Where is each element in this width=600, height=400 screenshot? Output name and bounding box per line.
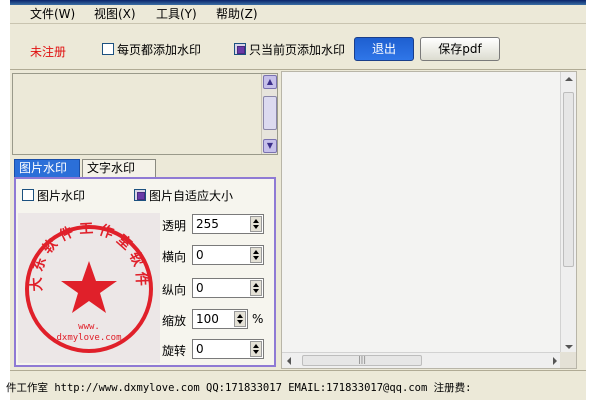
menu-tools[interactable]: 工具(Y) — [156, 7, 197, 22]
seal-stamp-image: 大 东 软 件 工 作 室 软 件 用 章 www. dxmylove.com — [11, 200, 153, 353]
toolbar: 未注册 每页都添加水印 只当前页添加水印 退出 保存pdf — [10, 25, 586, 70]
app-window: 文件(W) 视图(X) 工具(Y) 帮助(Z) 未注册 每页都添加水印 只当前页… — [6, 0, 586, 400]
scroll-down-button[interactable]: ▼ — [263, 139, 277, 153]
opacity-stepper[interactable]: 255 — [192, 214, 264, 234]
spin-buttons[interactable] — [250, 280, 262, 296]
scroll-right-icon[interactable] — [553, 357, 557, 365]
save-pdf-button[interactable]: 保存pdf — [420, 37, 500, 61]
horizontal-stepper[interactable]: 0 — [192, 245, 264, 265]
auto-fit-checkbox-label: 图片自适应大小 — [149, 188, 234, 203]
scale-value[interactable]: 100 — [196, 312, 219, 326]
tab-image-watermark[interactable]: 图片水印 — [14, 159, 80, 177]
vertical-stepper[interactable]: 0 — [192, 278, 264, 298]
current-page-watermark-label: 只当前页添加水印 — [249, 42, 346, 57]
preview-vertical-thumb[interactable] — [563, 92, 574, 267]
unregistered-label: 未注册 — [30, 45, 67, 59]
image-watermark-checkbox[interactable]: 图片水印 — [22, 187, 85, 203]
exit-button[interactable]: 退出 — [354, 37, 414, 61]
rotate-stepper[interactable]: 0 — [192, 339, 264, 359]
page-list[interactable]: ▲ ▼ — [12, 73, 278, 155]
scroll-left-icon[interactable] — [287, 357, 291, 365]
opacity-value[interactable]: 255 — [196, 217, 219, 231]
scroll-up-button[interactable]: ▲ — [263, 75, 277, 89]
seal-star-icon — [61, 261, 117, 313]
rotate-label: 旋转 — [162, 344, 187, 358]
current-page-watermark-checkbox[interactable]: 只当前页添加水印 — [234, 41, 345, 57]
status-bar: 件工作室 http://www.dxmylove.com QQ:17183301… — [6, 370, 586, 400]
scale-stepper[interactable]: 100 — [192, 309, 248, 329]
vertical-label: 纵向 — [162, 283, 187, 297]
rotate-value[interactable]: 0 — [196, 342, 204, 356]
left-panel: ▲ ▼ 图片水印 文字水印 图片水印 图片自适应大小 大 东 软 件 工 作 室… — [10, 71, 281, 369]
scroll-up-icon[interactable] — [565, 77, 573, 81]
checkbox-box[interactable] — [102, 43, 114, 55]
spin-buttons[interactable] — [234, 311, 246, 327]
every-page-watermark-label: 每页都添加水印 — [117, 42, 202, 57]
menu-file[interactable]: 文件(W) — [30, 7, 75, 22]
scale-label: 缩放 — [162, 314, 187, 328]
spin-buttons[interactable] — [250, 247, 262, 263]
pdf-preview-area[interactable]: ||| — [281, 71, 577, 369]
menu-help[interactable]: 帮助(Z) — [216, 7, 258, 22]
preview-horizontal-thumb[interactable]: ||| — [302, 355, 422, 366]
menu-view[interactable]: 视图(X) — [94, 7, 136, 22]
seal-site: dxmylove.com — [56, 333, 121, 343]
seal-site-small: www. — [78, 322, 100, 332]
image-watermark-panel: 图片水印 图片自适应大小 大 东 软 件 工 作 室 软 件 用 章 www. — [11, 177, 276, 367]
page-list-scrollbar[interactable]: ▲ ▼ — [261, 74, 277, 154]
vertical-value[interactable]: 0 — [196, 281, 204, 295]
horizontal-label: 横向 — [162, 250, 187, 264]
status-text: 件工作室 http://www.dxmylove.com QQ:17183301… — [6, 382, 472, 394]
watermark-image-preview: 大 东 软 件 工 作 室 软 件 用 章 www. dxmylove.com — [11, 200, 160, 363]
checkbox-box-checked[interactable] — [234, 43, 246, 55]
spin-buttons[interactable] — [250, 216, 262, 232]
scroll-thumb[interactable] — [263, 96, 277, 130]
checkbox-box[interactable] — [22, 189, 34, 201]
image-watermark-checkbox-label: 图片水印 — [37, 188, 86, 203]
scale-unit: % — [252, 312, 264, 326]
auto-fit-checkbox[interactable]: 图片自适应大小 — [134, 187, 233, 203]
horizontal-value[interactable]: 0 — [196, 248, 204, 262]
tab-text-watermark[interactable]: 文字水印 — [82, 159, 156, 177]
preview-horizontal-scrollbar[interactable]: ||| — [282, 352, 562, 368]
scrollbar-corner — [560, 352, 576, 368]
every-page-watermark-checkbox[interactable]: 每页都添加水印 — [102, 41, 201, 57]
scroll-down-icon[interactable] — [565, 345, 573, 349]
menu-bar: 文件(W) 视图(X) 工具(Y) 帮助(Z) — [10, 5, 586, 24]
preview-vertical-scrollbar[interactable] — [560, 72, 576, 354]
spin-buttons[interactable] — [250, 341, 262, 357]
checkbox-box-checked[interactable] — [134, 189, 146, 201]
opacity-label: 透明 — [162, 219, 187, 233]
